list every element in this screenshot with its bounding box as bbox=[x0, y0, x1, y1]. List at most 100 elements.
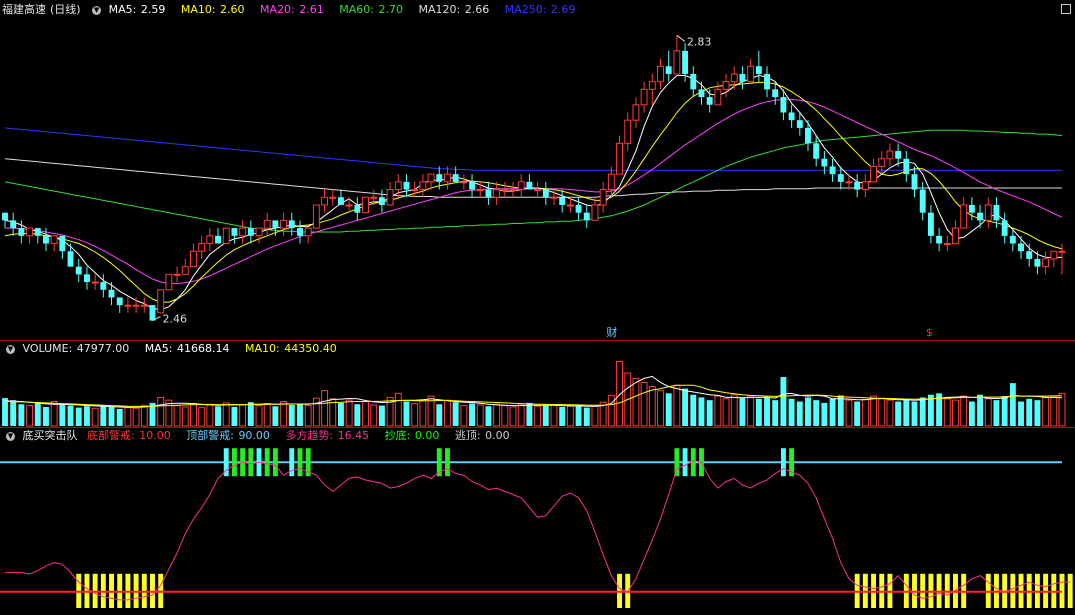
candle-body bbox=[854, 181, 861, 190]
top-signal-bar bbox=[248, 448, 254, 477]
candle-body bbox=[764, 73, 770, 90]
candle-body bbox=[312, 204, 320, 229]
volume-bar bbox=[50, 401, 58, 427]
candle-body bbox=[67, 251, 74, 267]
volume-pane-header: ▼ VOLUME: 47977.00 MA5: 41668.14 MA10: 4… bbox=[2, 341, 349, 357]
candle-body bbox=[378, 197, 385, 205]
volume-bar bbox=[665, 393, 672, 426]
candle-body bbox=[255, 227, 263, 237]
indicator-title: 底买突击队 bbox=[22, 429, 78, 442]
candle-body bbox=[427, 173, 435, 183]
candle-body bbox=[993, 204, 1000, 221]
volume-bar bbox=[501, 405, 509, 427]
candle-body bbox=[927, 212, 934, 236]
volume-bar bbox=[1050, 395, 1058, 427]
ma-line-ma10 bbox=[4, 81, 1063, 303]
volume-bar bbox=[550, 404, 558, 427]
candle-body bbox=[673, 50, 681, 75]
volume-bar bbox=[247, 402, 254, 426]
candle-body bbox=[1026, 251, 1033, 259]
volume-bar bbox=[886, 399, 894, 427]
volume-bar bbox=[354, 404, 361, 426]
volume-bar bbox=[206, 403, 214, 427]
candle-body bbox=[509, 189, 517, 192]
volume-bar bbox=[1058, 392, 1066, 427]
ma-legend-20: MA20: 2.61 bbox=[260, 3, 324, 16]
volume-bar bbox=[632, 377, 640, 427]
candle-body bbox=[648, 81, 656, 90]
volume-bar bbox=[1026, 398, 1033, 426]
collapse-icon[interactable]: ▼ bbox=[92, 5, 102, 15]
candle-body bbox=[157, 289, 165, 314]
candle-body bbox=[83, 274, 90, 283]
volume-bar bbox=[861, 398, 869, 427]
volume-bar bbox=[280, 401, 288, 427]
volume-bar bbox=[591, 405, 599, 427]
candle-body bbox=[977, 212, 984, 221]
ma-legend-5: MA5: 2.59 bbox=[108, 3, 166, 16]
candle-body bbox=[698, 89, 705, 98]
volume-bar bbox=[575, 405, 582, 426]
candle-body bbox=[321, 196, 329, 206]
candle-body bbox=[501, 189, 509, 192]
volume-bar bbox=[337, 402, 344, 426]
volume-bar bbox=[960, 395, 968, 427]
candle-body bbox=[714, 88, 722, 106]
candle-body bbox=[222, 227, 230, 245]
candle-body bbox=[18, 228, 25, 236]
candle-body bbox=[304, 227, 312, 237]
bottom-signal-bar bbox=[1067, 573, 1073, 608]
collapse-icon[interactable]: ▼ bbox=[6, 344, 15, 354]
candle-body bbox=[706, 97, 713, 105]
candle-body bbox=[747, 65, 755, 83]
top-signal-bar bbox=[445, 448, 450, 477]
candle-body bbox=[984, 204, 992, 221]
volume-bar bbox=[1034, 400, 1041, 426]
candle-body bbox=[878, 158, 886, 167]
candle-body bbox=[1018, 243, 1024, 252]
volume-bar bbox=[370, 404, 378, 427]
candle-body bbox=[206, 235, 214, 245]
volume-bar bbox=[780, 377, 787, 426]
candle-body bbox=[337, 197, 344, 205]
volume-bar bbox=[288, 404, 295, 426]
event-marker: 财 bbox=[606, 325, 617, 339]
ma-line-ma20 bbox=[5, 98, 1063, 285]
candle-body bbox=[821, 158, 828, 167]
volume-bar bbox=[698, 397, 705, 426]
volume-bar bbox=[813, 400, 820, 426]
top-signal-bar bbox=[682, 448, 688, 477]
candle-body bbox=[173, 273, 181, 276]
candle-body bbox=[362, 196, 369, 214]
candle-body bbox=[796, 120, 803, 128]
candle-body bbox=[943, 243, 951, 246]
candle-body bbox=[436, 174, 443, 182]
volume-bar bbox=[83, 406, 90, 426]
volume-bar bbox=[403, 401, 410, 426]
candle-body bbox=[476, 189, 484, 192]
volume-bar bbox=[903, 398, 910, 426]
candle-body bbox=[911, 174, 918, 190]
volume-bar bbox=[181, 406, 189, 427]
collapse-icon[interactable]: ▼ bbox=[6, 431, 15, 441]
volume-bar bbox=[682, 388, 689, 426]
volume-bar bbox=[345, 399, 353, 427]
candle-body bbox=[575, 204, 582, 213]
volume-bar bbox=[10, 400, 17, 426]
volume-bar bbox=[198, 407, 206, 427]
ma-legend-60: MA60: 2.70 bbox=[339, 3, 403, 16]
volume-bar bbox=[517, 404, 525, 427]
close-icon[interactable] bbox=[1061, 4, 1071, 14]
candle-body bbox=[100, 282, 107, 290]
candle-body bbox=[181, 266, 189, 275]
volume-bar bbox=[845, 399, 853, 427]
top-signal-bar bbox=[297, 448, 303, 477]
top-signal-bar bbox=[690, 448, 696, 477]
candle-body bbox=[132, 304, 140, 307]
top-signal-bar bbox=[264, 448, 270, 477]
volume-bar bbox=[26, 405, 34, 427]
candle-body bbox=[624, 119, 632, 144]
candle-body bbox=[780, 97, 787, 113]
volume-bar bbox=[34, 402, 41, 426]
indicator-pane-header: ▼ 底买突击队 底部警戒: 10.00 顶部警戒: 90.00 多方趋势: 16… bbox=[2, 428, 522, 444]
